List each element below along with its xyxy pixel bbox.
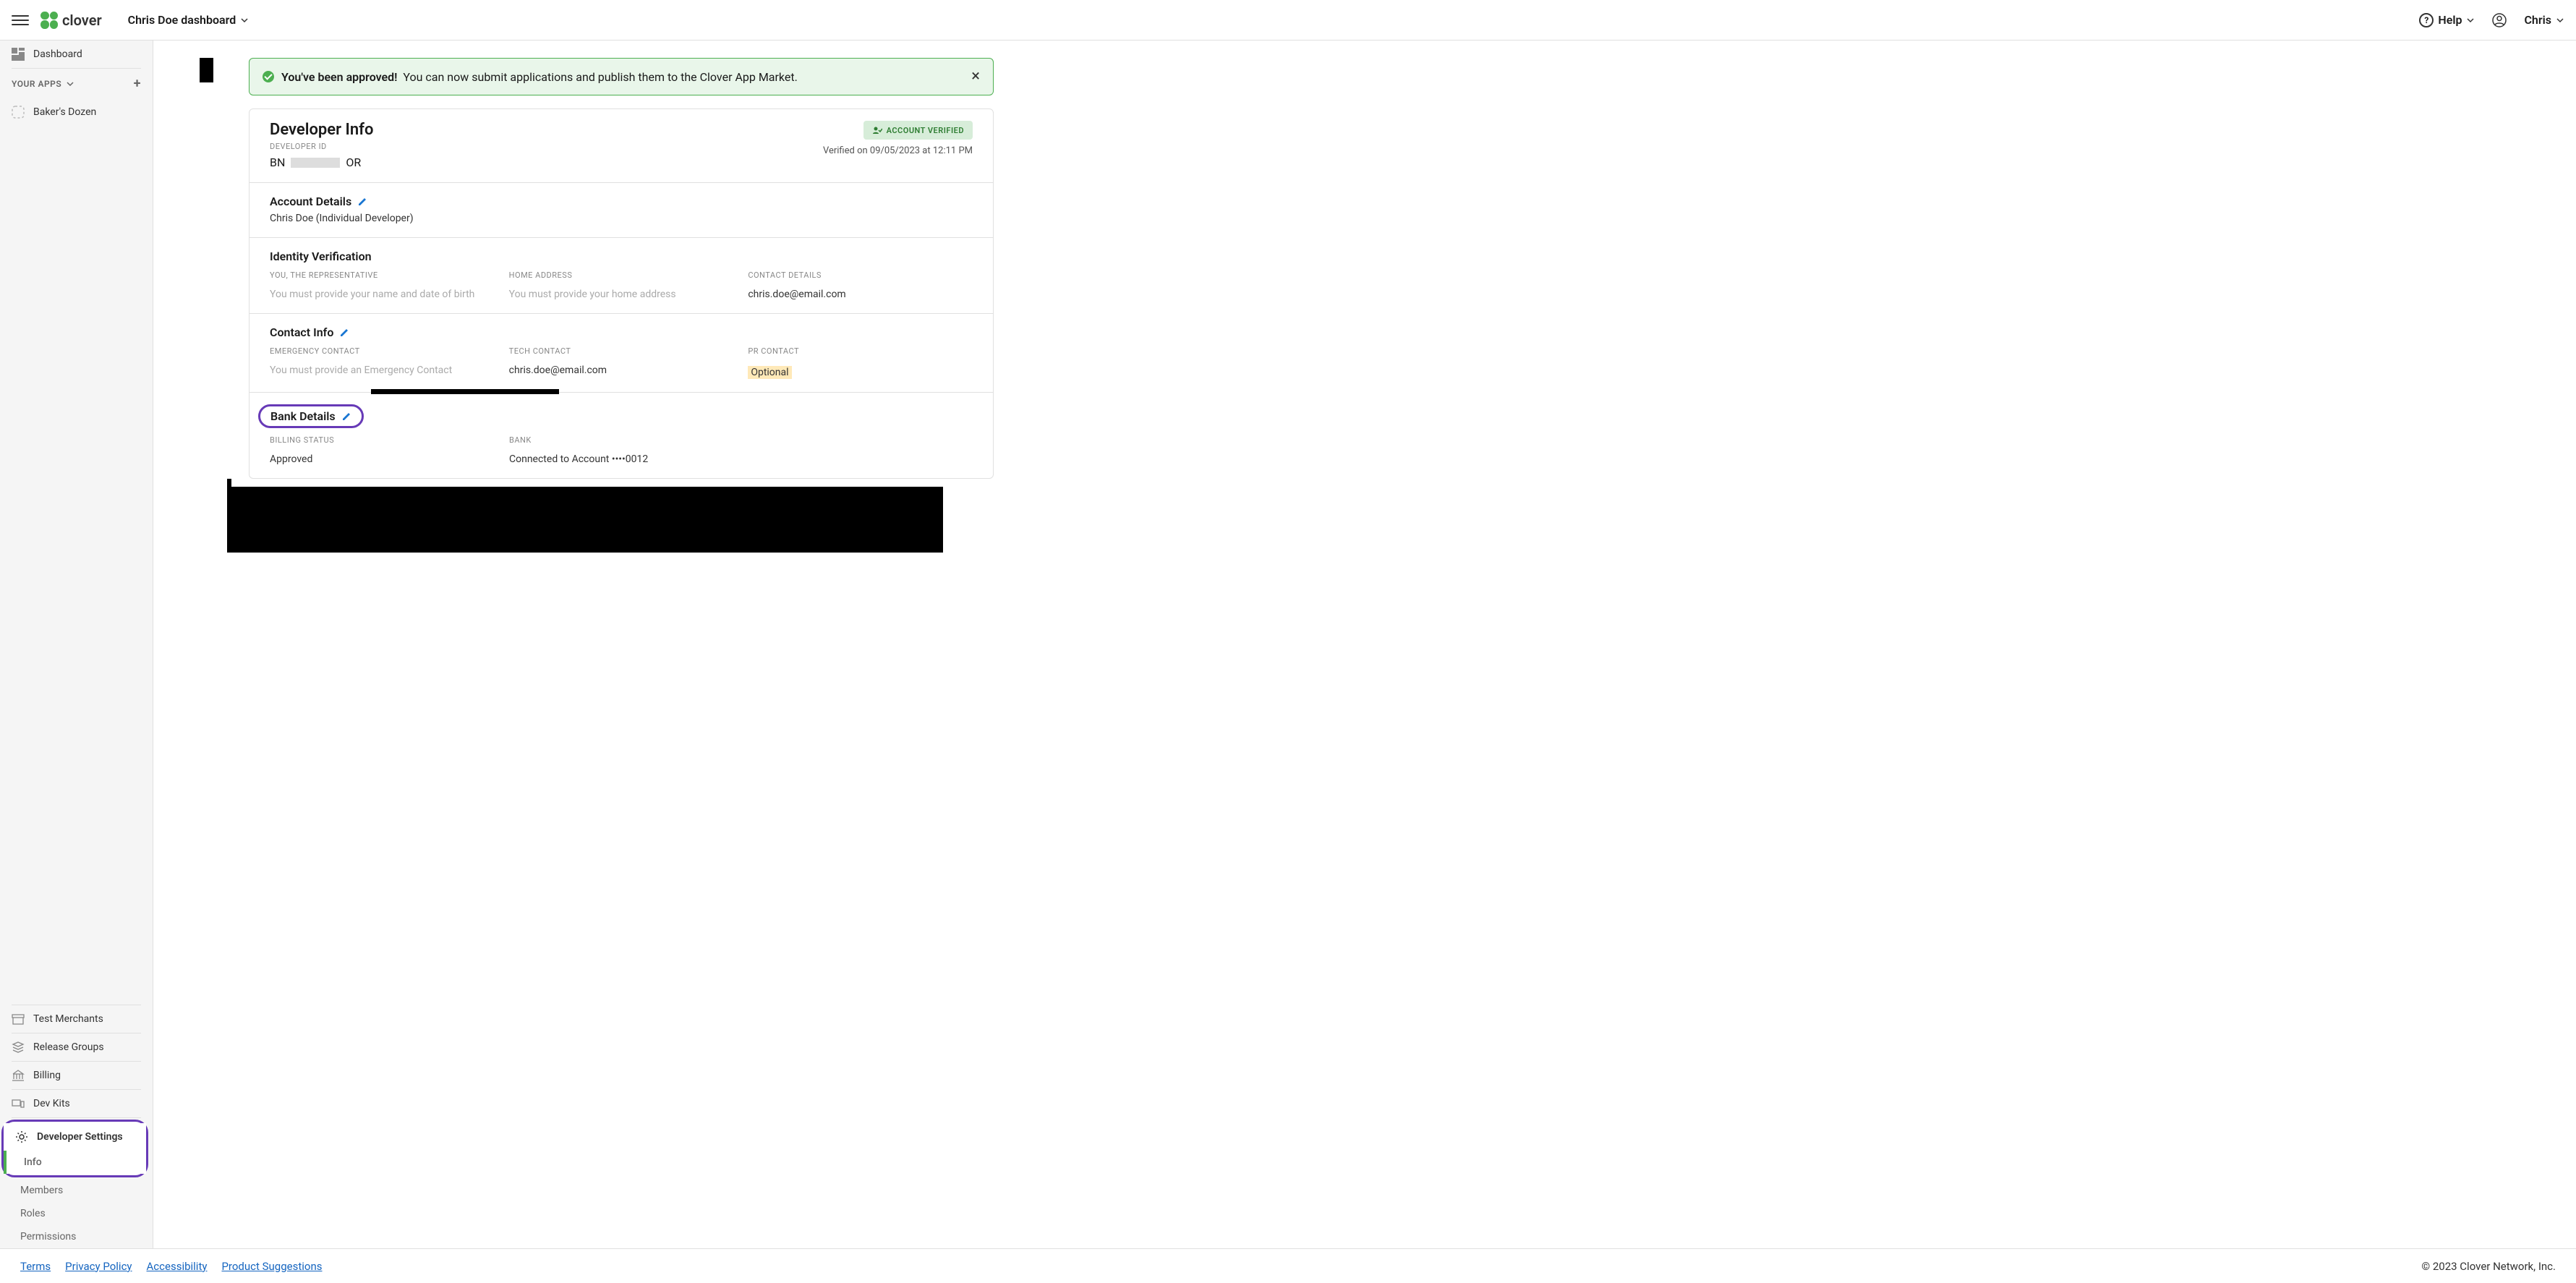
- footer: Terms Privacy Policy Accessibility Produ…: [0, 1248, 2576, 1283]
- alert-strong: You've been approved!: [281, 70, 397, 84]
- chevron-down-icon: [2556, 16, 2564, 25]
- store-icon: [12, 1013, 25, 1026]
- redaction-block: [200, 58, 213, 82]
- sidebar-sub-label: Members: [20, 1185, 63, 1196]
- sidebar-item-test-merchants[interactable]: Test Merchants: [0, 1005, 153, 1033]
- chevron-down-icon: [2466, 16, 2475, 25]
- badge-text: ACCOUNT VERIFIED: [887, 126, 964, 135]
- sidebar: Dashboard YOUR APPS + Baker's Dozen Test…: [0, 41, 153, 1248]
- sidebar-sub-info[interactable]: Info: [4, 1151, 146, 1174]
- copyright: © 2023 Clover Network, Inc.: [2421, 1260, 2556, 1273]
- pencil-icon[interactable]: [341, 412, 351, 422]
- sidebar-item-label: Dev Kits: [33, 1098, 70, 1109]
- rep-placeholder: You must provide your name and date of b…: [270, 289, 495, 300]
- sidebar-item-billing[interactable]: Billing: [0, 1062, 153, 1089]
- user-menu[interactable]: Chris: [2524, 13, 2564, 27]
- contact-details-label: CONTACT DETAILS: [748, 270, 973, 280]
- bank-label: BANK: [509, 435, 973, 445]
- main-content: You've been approved! You can now submit…: [153, 41, 2576, 1248]
- approval-alert: You've been approved! You can now submit…: [249, 58, 994, 95]
- pr-label: PR CONTACT: [748, 346, 973, 356]
- contact-details-value: chris.doe@email.com: [748, 289, 973, 300]
- chevron-down-icon: [240, 16, 249, 25]
- account-name: Chris Doe (Individual Developer): [270, 213, 973, 224]
- dashboard-selector[interactable]: Chris Doe dashboard: [128, 13, 250, 27]
- chevron-down-icon: [66, 80, 74, 88]
- sidebar-item-label: Developer Settings: [37, 1131, 123, 1143]
- dashboard-label: Chris Doe dashboard: [128, 13, 236, 27]
- alert-text: You can now submit applications and publ…: [403, 70, 797, 84]
- sidebar-item-label: Test Merchants: [33, 1013, 103, 1025]
- bank-details-highlight: Bank Details: [258, 404, 364, 428]
- contact-info-title: Contact Info: [270, 325, 333, 339]
- sidebar-sub-roles[interactable]: Roles: [0, 1202, 153, 1225]
- logo-text: clover: [62, 12, 102, 29]
- user-label: Chris: [2524, 13, 2551, 27]
- check-icon: [263, 71, 274, 82]
- footer-link-terms[interactable]: Terms: [20, 1260, 51, 1273]
- plus-icon[interactable]: +: [134, 76, 141, 91]
- help-button[interactable]: ? Help: [2419, 13, 2475, 27]
- account-verified-badge: ACCOUNT VERIFIED: [863, 121, 973, 140]
- tech-value: chris.doe@email.com: [509, 365, 734, 376]
- sidebar-app-label: Baker's Dozen: [33, 106, 96, 118]
- bank-value: Connected to Account ••••0012: [509, 453, 973, 465]
- sidebar-item-dev-kits[interactable]: Dev Kits: [0, 1090, 153, 1117]
- sidebar-sub-label: Roles: [20, 1208, 46, 1219]
- sidebar-item-label: Release Groups: [33, 1041, 104, 1053]
- help-label: Help: [2438, 13, 2462, 27]
- developer-id-value: BN OR: [270, 155, 973, 169]
- redaction-block: [227, 487, 943, 553]
- pr-placeholder: Optional: [748, 366, 791, 379]
- clover-icon: [40, 12, 58, 29]
- sidebar-item-release-groups[interactable]: Release Groups: [0, 1033, 153, 1061]
- dev-id-suffix: OR: [346, 155, 361, 169]
- sidebar-item-label: Billing: [33, 1070, 61, 1081]
- bank-title: Bank Details: [270, 409, 336, 423]
- sidebar-item-label: Dashboard: [33, 48, 82, 60]
- home-placeholder: You must provide your home address: [509, 289, 734, 300]
- rep-label: YOU, THE REPRESENTATIVE: [270, 270, 495, 280]
- logo: clover: [40, 12, 102, 29]
- sidebar-sub-label: Permissions: [20, 1231, 76, 1242]
- home-label: HOME ADDRESS: [509, 270, 734, 280]
- sidebar-sub-permissions[interactable]: Permissions: [0, 1225, 153, 1248]
- verified-user-icon: [872, 125, 882, 135]
- your-apps-header[interactable]: YOUR APPS +: [0, 69, 153, 98]
- sidebar-item-dashboard[interactable]: Dashboard: [0, 41, 153, 68]
- verified-timestamp: Verified on 09/05/2023 at 12:11 PM: [823, 145, 973, 156]
- account-details-title: Account Details: [270, 195, 351, 208]
- redacted-segment: [291, 158, 340, 168]
- dashboard-icon: [12, 48, 25, 61]
- sidebar-app-item[interactable]: Baker's Dozen: [0, 98, 153, 126]
- sidebar-item-developer-settings[interactable]: Developer Settings: [4, 1123, 146, 1151]
- bank-icon: [12, 1069, 25, 1082]
- your-apps-label: YOUR APPS: [12, 79, 61, 89]
- topbar: clover Chris Doe dashboard ? Help Chris: [0, 0, 2576, 41]
- dev-id-prefix: BN: [270, 155, 285, 169]
- gear-icon: [15, 1130, 28, 1143]
- help-icon: ?: [2419, 13, 2434, 27]
- menu-icon[interactable]: [12, 12, 29, 29]
- sidebar-sub-members[interactable]: Members: [0, 1179, 153, 1202]
- footer-link-suggestions[interactable]: Product Suggestions: [221, 1260, 322, 1273]
- tech-label: TECH CONTACT: [509, 346, 734, 356]
- layers-icon: [12, 1041, 25, 1054]
- close-icon[interactable]: ×: [971, 69, 980, 85]
- developer-settings-highlight: Developer Settings Info: [1, 1120, 148, 1177]
- emergency-label: EMERGENCY CONTACT: [270, 346, 495, 356]
- app-placeholder-icon: [12, 106, 25, 119]
- emergency-placeholder: You must provide an Emergency Contact: [270, 365, 495, 376]
- devices-icon: [12, 1097, 25, 1110]
- identity-title: Identity Verification: [270, 250, 372, 263]
- footer-link-privacy[interactable]: Privacy Policy: [65, 1260, 132, 1273]
- pencil-icon[interactable]: [357, 197, 367, 207]
- account-icon[interactable]: [2492, 13, 2507, 27]
- pencil-icon[interactable]: [339, 328, 349, 338]
- developer-info-card: Developer Info DEVELOPER ID BNOR ACCOUNT…: [249, 108, 994, 479]
- sidebar-sub-label: Info: [24, 1156, 42, 1168]
- footer-link-accessibility[interactable]: Accessibility: [147, 1260, 208, 1273]
